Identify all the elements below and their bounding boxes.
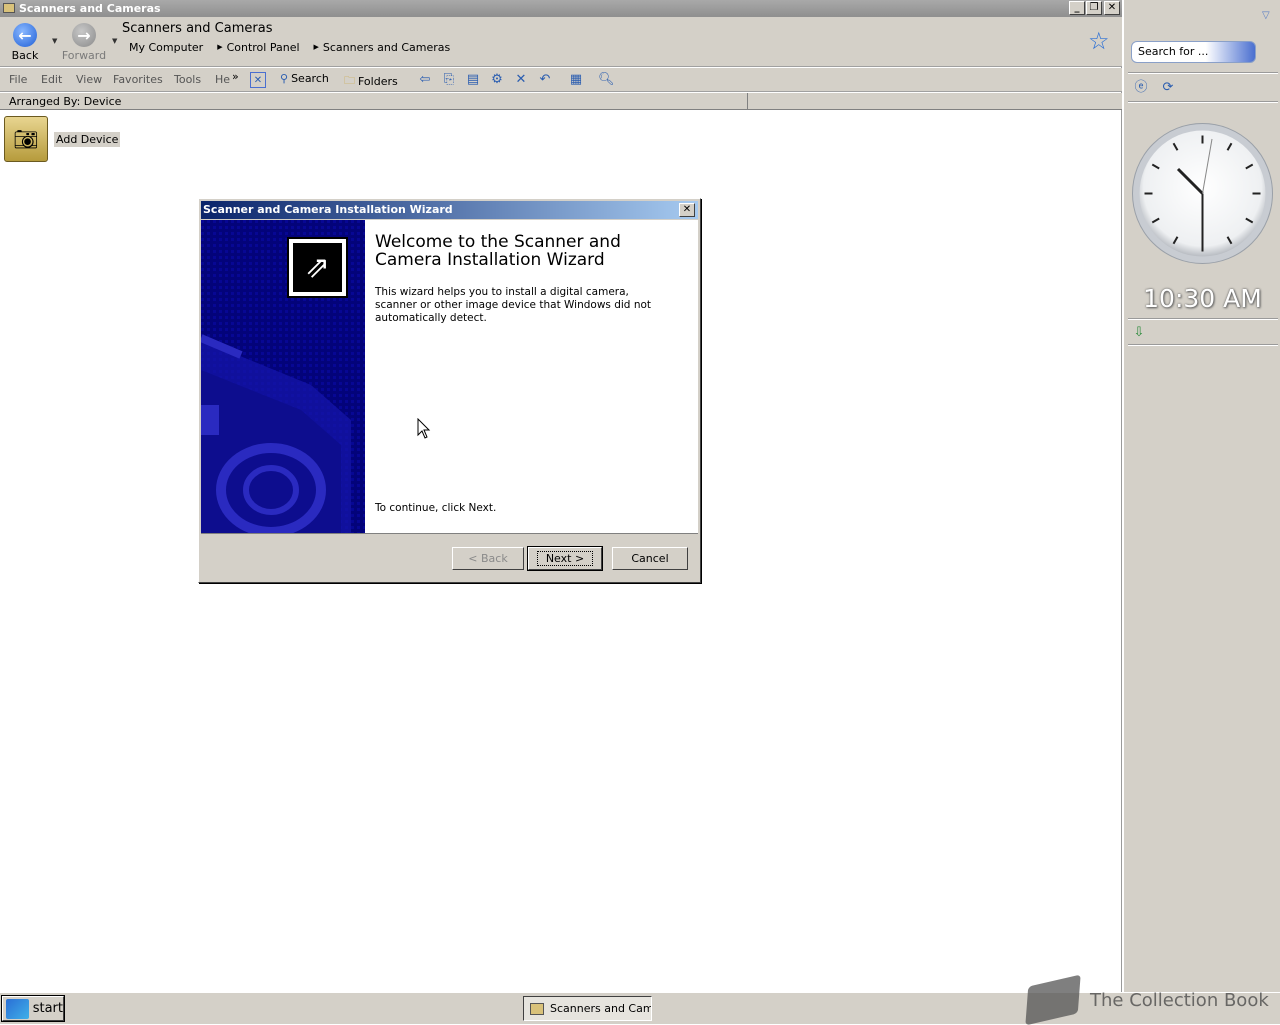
wizard-back-button[interactable]: < Back bbox=[452, 547, 524, 570]
menu-help[interactable]: He bbox=[215, 73, 230, 86]
clock-time: 10:30 AM bbox=[1143, 284, 1262, 313]
sidebar-search-input[interactable]: Search for ... bbox=[1131, 41, 1256, 63]
forward-dropdown-icon[interactable]: ▼ bbox=[112, 37, 117, 45]
search-label: Search bbox=[291, 72, 329, 85]
download-icon[interactable]: ⇩ bbox=[1131, 325, 1147, 341]
wizard-continue-text: To continue, click Next. bbox=[375, 502, 497, 514]
window-titlebar: Scanners and Cameras _ ❐ ✕ bbox=[0, 0, 1122, 17]
back-label: Back bbox=[11, 49, 39, 62]
breadcrumb-item[interactable]: Control Panel bbox=[227, 41, 300, 54]
sidebar-divider bbox=[1128, 72, 1278, 74]
folders-label: Folders bbox=[358, 75, 398, 88]
back-dropdown-icon[interactable]: ▼ bbox=[52, 37, 57, 45]
delete-icon[interactable]: ✕ bbox=[513, 72, 529, 88]
breadcrumb-separator-icon: ▶ bbox=[313, 43, 319, 51]
sidebar-divider bbox=[1128, 318, 1278, 320]
taskbar-item-label: Scanners and Came bbox=[550, 1002, 652, 1015]
arranged-by-label: Arranged By: Device bbox=[0, 93, 748, 110]
folders-button[interactable]: 🗀 Folders bbox=[344, 72, 398, 91]
wizard-logo-icon: ⇗ bbox=[287, 237, 348, 298]
menu-favorites[interactable]: Favorites bbox=[113, 73, 163, 86]
sidebar-menu-arrow-icon[interactable]: ▽ bbox=[1262, 10, 1270, 21]
mouse-cursor-icon bbox=[417, 418, 431, 439]
watermark: The Collection Book bbox=[1025, 974, 1280, 1025]
navigation-bar: ← Back ▼ → Forward ▼ Scanners and Camera… bbox=[0, 17, 1122, 67]
search-icon: ⚲ bbox=[280, 72, 289, 85]
chevron-more-icon[interactable]: » bbox=[232, 70, 239, 83]
window-title: Scanners and Cameras bbox=[19, 2, 161, 15]
properties-icon[interactable]: ▤ bbox=[465, 72, 481, 88]
back-arrow-icon: ← bbox=[13, 23, 37, 47]
forward-button[interactable]: → Forward bbox=[59, 23, 109, 62]
desktop-sidebar: ▽ Search for ... ⓔ ⟳ 10:30 AM ⇩ bbox=[1123, 0, 1280, 992]
views-icon[interactable]: ▦ bbox=[568, 72, 584, 88]
wizard-title: Scanner and Camera Installation Wizard bbox=[203, 203, 453, 216]
clock-icon bbox=[1132, 123, 1273, 264]
wizard-body: ⇗ Welcome to the Scanner and Camera Inst… bbox=[201, 220, 698, 534]
menu-file[interactable]: File bbox=[9, 73, 27, 86]
wizard-description: This wizard helps you to install a digit… bbox=[375, 286, 652, 324]
back-button[interactable]: ← Back bbox=[0, 23, 50, 62]
breadcrumb-item[interactable]: Scanners and Cameras bbox=[323, 41, 450, 54]
camera-icon: 📷︎ bbox=[4, 116, 48, 162]
start-label: start bbox=[32, 1001, 63, 1016]
search-button[interactable]: ⚲ Search bbox=[280, 72, 329, 85]
menu-view[interactable]: View bbox=[76, 73, 102, 86]
close-button[interactable]: ✕ bbox=[1104, 1, 1120, 15]
breadcrumb-item[interactable]: My Computer bbox=[129, 41, 203, 54]
address-title: Scanners and Cameras bbox=[122, 21, 273, 36]
breadcrumb-separator-icon: ▶ bbox=[217, 43, 223, 51]
taskbar-item-scanners[interactable]: Scanners and Came bbox=[523, 996, 652, 1021]
wizard-heading: Welcome to the Scanner and Camera Instal… bbox=[375, 232, 621, 270]
wizard-titlebar: Scanner and Camera Installation Wizard ✕ bbox=[201, 201, 698, 219]
toolbar: File Edit View Favorites Tools He » ✕ ⚲ … bbox=[0, 68, 1122, 92]
folders-icon: 🗀 bbox=[344, 74, 355, 87]
menu-edit[interactable]: Edit bbox=[41, 73, 62, 86]
add-device-label: Add Device bbox=[54, 131, 121, 147]
map-drive-icon[interactable]: ⚙ bbox=[489, 72, 505, 88]
menu-tools[interactable]: Tools bbox=[174, 73, 201, 86]
minimize-button[interactable]: _ bbox=[1069, 1, 1085, 15]
add-device-item[interactable]: 📷︎ Add Device bbox=[4, 116, 121, 162]
sidebar-divider bbox=[1128, 344, 1278, 346]
installation-wizard-dialog: Scanner and Camera Installation Wizard ✕ bbox=[198, 198, 701, 583]
forward-label: Forward bbox=[61, 49, 107, 62]
undo-icon[interactable]: ↶ bbox=[537, 72, 553, 88]
forward-arrow-icon: → bbox=[72, 23, 96, 47]
star-icon[interactable]: ☆ bbox=[1088, 27, 1110, 55]
breadcrumb: My Computer ▶ Control Panel ▶ Scanners a… bbox=[129, 41, 464, 54]
restore-button[interactable]: ❐ bbox=[1086, 1, 1102, 15]
close-pane-icon[interactable]: ✕ bbox=[250, 72, 266, 88]
refresh-icon[interactable]: ⟳ bbox=[1160, 80, 1176, 96]
scanner-window-icon bbox=[530, 1002, 544, 1015]
wizard-cancel-button[interactable]: Cancel bbox=[612, 547, 688, 570]
wizard-side-panel: ⇗ bbox=[201, 220, 365, 533]
wizard-next-button[interactable]: Next > bbox=[527, 546, 603, 571]
scanner-window-icon bbox=[3, 3, 15, 13]
sidebar-divider bbox=[1128, 101, 1278, 103]
zoom-icon[interactable]: 🔍︎ bbox=[598, 72, 615, 88]
wizard-close-button[interactable]: ✕ bbox=[679, 203, 695, 217]
start-button[interactable]: start bbox=[1, 995, 65, 1022]
windows-logo-icon bbox=[6, 998, 29, 1019]
ie-icon[interactable]: ⓔ bbox=[1133, 80, 1149, 96]
watermark-text: The Collection Book bbox=[1090, 989, 1269, 1011]
copy-to-icon[interactable]: ⎘ bbox=[441, 72, 457, 88]
book-icon bbox=[1025, 974, 1081, 1025]
move-to-icon[interactable]: ⇦ bbox=[417, 72, 433, 88]
arrange-bar: Arranged By: Device bbox=[0, 93, 1122, 110]
wizard-next-label: Next > bbox=[536, 551, 594, 566]
